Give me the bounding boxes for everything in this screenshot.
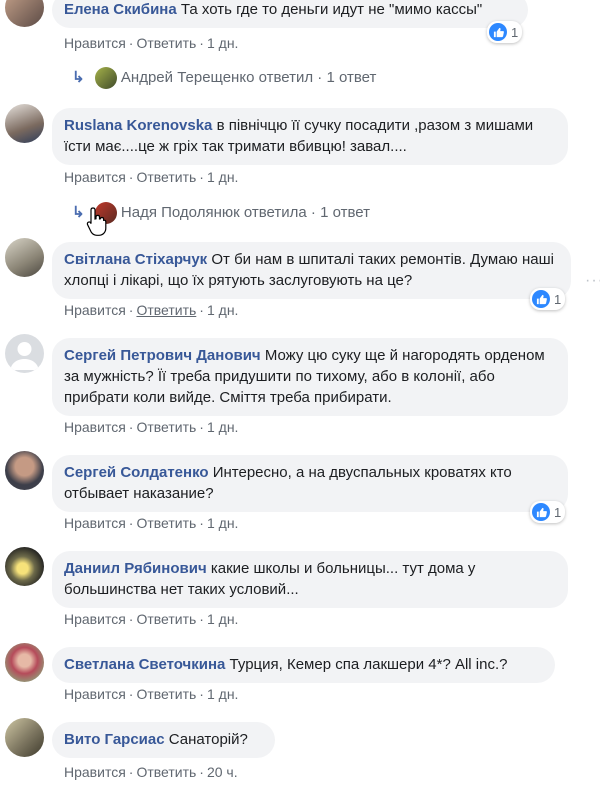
like-link[interactable]: Нравится [64, 302, 126, 318]
more-options-icon[interactable]: ··· [585, 272, 600, 290]
reply-link[interactable]: Ответить [136, 686, 196, 702]
like-link[interactable]: Нравится [64, 764, 126, 780]
default-avatar-icon [10, 342, 39, 370]
timestamp[interactable]: 1 дн. [207, 515, 238, 531]
comment-actions: Нравится · Ответить · 1 дн. [64, 169, 239, 185]
reply-link[interactable]: Ответить [136, 611, 196, 627]
comment-actions: Нравится · Ответить · 1 дн. [64, 611, 239, 627]
comment-actions: Нравится · Ответить · 1 дн. [64, 515, 239, 531]
reply-link[interactable]: Ответить [136, 764, 196, 780]
comment-author[interactable]: Вито Гарсиас [64, 731, 165, 748]
like-link[interactable]: Нравится [64, 686, 126, 702]
comment-actions: Нравится · Ответить · 1 дн. [64, 302, 239, 318]
reaction-count[interactable]: 1 [487, 21, 523, 43]
comment-bubble: Світлана Стіхарчук От би нам в шпиталі т… [52, 242, 571, 299]
avatar[interactable] [5, 451, 44, 490]
timestamp[interactable]: 1 дн. [207, 302, 238, 318]
reply-link[interactable]: Ответить [136, 515, 196, 531]
comment-bubble: Вито Гарсиас Санаторій? [52, 722, 275, 758]
comment-bubble: Светлана Светочкина Турция, Кемер спа ла… [52, 647, 555, 683]
timestamp[interactable]: 1 дн. [207, 169, 238, 185]
comment-actions: Нравится · Ответить · 20 ч. [64, 764, 238, 780]
avatar[interactable] [5, 238, 44, 277]
reply-link[interactable]: Ответить [136, 302, 196, 318]
reply-summary[interactable]: ↳ Надя Подолянюк ответила · 1 ответ [72, 202, 370, 224]
avatar[interactable] [5, 0, 44, 27]
like-icon [532, 290, 550, 308]
like-link[interactable]: Нравится [64, 515, 126, 531]
like-link[interactable]: Нравится [64, 611, 126, 627]
comment-bubble: Сергей Петрович Данович Можу цю суку ще … [52, 338, 568, 416]
comment-author[interactable]: Елена Скибина [64, 1, 177, 18]
comment-author[interactable]: Сергей Петрович Данович [64, 347, 261, 364]
timestamp[interactable]: 1 дн. [207, 419, 238, 435]
comment-author[interactable]: Ruslana Korenovska [64, 117, 212, 134]
comment-bubble: Ruslana Korenovska в північцю її сучку п… [52, 108, 568, 165]
timestamp[interactable]: 1 дн. [207, 611, 238, 627]
avatar[interactable] [5, 104, 44, 143]
timestamp[interactable]: 1 дн. [207, 35, 238, 51]
reply-summary[interactable]: ↳ Андрей Терещенко ответил · 1 ответ [72, 67, 376, 89]
avatar[interactable] [5, 718, 44, 757]
avatar[interactable] [5, 334, 44, 373]
reaction-count[interactable]: 1 [530, 288, 566, 310]
comment-actions: Нравится · Ответить · 1 дн. [64, 686, 239, 702]
comment-bubble: Елена Скибина Та хоть где то деньги идут… [52, 0, 528, 28]
comment-text: Санаторій? [168, 731, 248, 748]
comment-text: Турция, Кемер спа лакшери 4*? All inc.? [229, 656, 508, 673]
comment-author[interactable]: Светлана Светочкина [64, 656, 225, 673]
avatar [94, 67, 117, 89]
comment-author[interactable]: Даниил Рябинович [64, 560, 207, 577]
reply-link[interactable]: Ответить [136, 35, 196, 51]
reply-link[interactable]: Ответить [136, 169, 196, 185]
reply-arrow-icon: ↳ [72, 203, 85, 221]
like-icon [489, 23, 507, 41]
like-icon [532, 503, 550, 521]
timestamp[interactable]: 1 дн. [207, 686, 238, 702]
like-link[interactable]: Нравится [64, 419, 126, 435]
reply-arrow-icon: ↳ [72, 68, 85, 86]
like-link[interactable]: Нравится [64, 169, 126, 185]
hand-cursor-icon [86, 207, 107, 236]
reaction-count[interactable]: 1 [530, 501, 566, 523]
comment-actions: Нравится · Ответить · 1 дн. [64, 35, 239, 51]
comment-author[interactable]: Світлана Стіхарчук [64, 251, 207, 268]
comment-text: Та хоть где то деньги идут не "мимо касс… [180, 1, 483, 18]
comment-bubble: Сергей Солдатенко Интересно, а на двуспа… [52, 455, 568, 512]
timestamp[interactable]: 20 ч. [207, 764, 238, 780]
comment-actions: Нравится · Ответить · 1 дн. [64, 419, 239, 435]
reply-link[interactable]: Ответить [136, 419, 196, 435]
comment-bubble: Даниил Рябинович какие школы и больницы.… [52, 551, 568, 608]
comment-author[interactable]: Сергей Солдатенко [64, 464, 209, 481]
avatar[interactable] [5, 643, 44, 682]
avatar[interactable] [5, 547, 44, 586]
like-link[interactable]: Нравится [64, 35, 126, 51]
